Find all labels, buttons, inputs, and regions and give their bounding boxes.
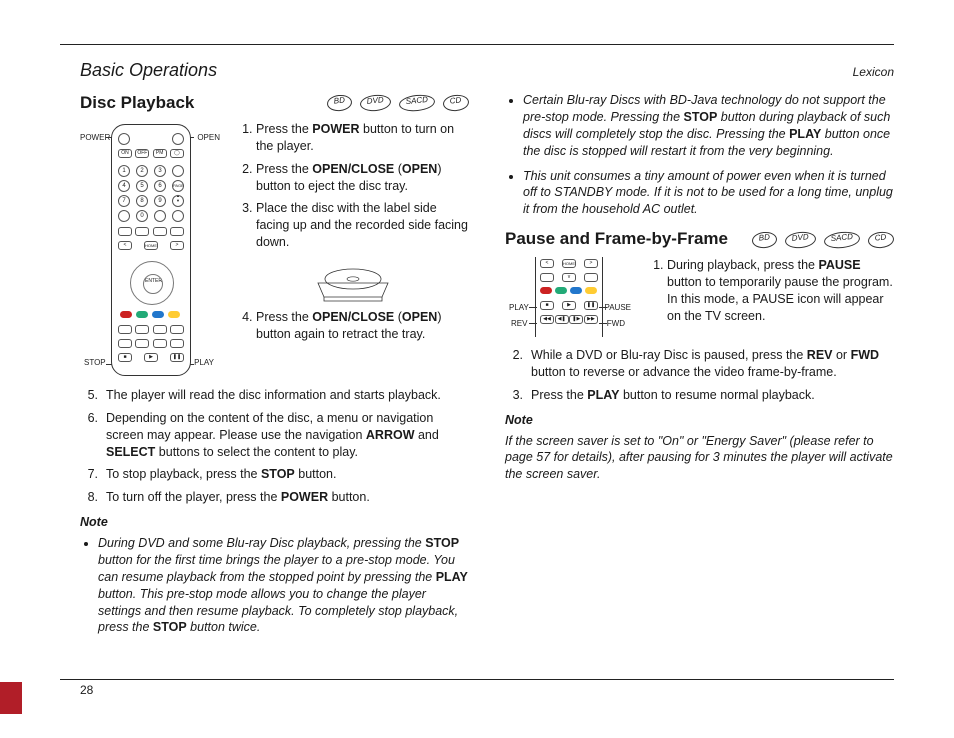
step-7: 7.To stop playback, press the STOP butto…	[80, 466, 469, 483]
page-number: 28	[80, 682, 93, 698]
heading-pause: Pause and Frame-by-Frame BD DVD SACD CD	[505, 228, 894, 251]
note-bullet-2: Certain Blu-ray Discs with BD-Java techn…	[523, 92, 894, 160]
step-6: 6.Depending on the content of the disc, …	[80, 410, 469, 461]
running-head: Basic Operations Lexicon	[80, 58, 894, 82]
footer-rule	[60, 679, 894, 680]
label-pause: PAUSE	[604, 303, 631, 314]
running-head-right: Lexicon	[853, 64, 894, 80]
step-5: 5.The player will read the disc informat…	[80, 387, 469, 404]
media-pill-group: BD DVD SACD CD	[327, 95, 469, 111]
note-body-pause: If the screen saver is set to "On" or "E…	[505, 433, 894, 484]
remote-body: ONOFFPM◯ 123 456PAGE▲ 789▼ 0 <HOME> ENTE…	[111, 124, 191, 376]
note-heading-1: Note	[80, 514, 469, 531]
note-bullet-1: During DVD and some Blu-ray Disc playbac…	[98, 535, 469, 636]
pill-sacd: SACD	[823, 230, 861, 250]
pause-step-1: During playback, press the PAUSE button …	[667, 257, 894, 325]
pill-bd: BD	[751, 230, 778, 249]
pill-cd: CD	[443, 94, 470, 113]
pause-step-2: 2.While a DVD or Blu-ray Disc is paused,…	[505, 347, 894, 381]
pill-sacd: SACD	[398, 94, 436, 114]
pill-cd: CD	[868, 230, 895, 249]
label-power: POWER	[80, 133, 110, 144]
label-play: PLAY	[194, 358, 214, 369]
note-heading-pause: Note	[505, 412, 894, 429]
remote-illustration: POWER OPEN STOP PLAY ONOFFPM◯ 123 456PAG…	[80, 121, 220, 377]
steps-1-4: Press the POWER button to turn on the pl…	[236, 121, 469, 351]
label-rev: REV	[511, 319, 527, 330]
label-play: PLAY	[509, 303, 529, 314]
manual-page: Basic Operations Lexicon Disc Playback B…	[0, 0, 954, 738]
mini-remote-illustration: PLAY REV PAUSE FWD <HOME> v ■▶❚❚ ◀◀◀❚❚▶▶…	[505, 257, 631, 337]
disc-tray-illustration	[308, 259, 398, 303]
pause-step-3: 3.Press the PLAY button to resume normal…	[505, 387, 894, 404]
note-bullets-2: Certain Blu-ray Discs with BD-Java techn…	[505, 92, 894, 218]
figure-remote-with-steps: POWER OPEN STOP PLAY ONOFFPM◯ 123 456PAG…	[80, 121, 469, 377]
heading-text: Disc Playback	[80, 92, 194, 115]
pill-dvd: DVD	[785, 230, 817, 249]
media-pill-group: BD DVD SACD CD	[752, 232, 894, 248]
step-8: 8.To turn off the player, press the POWE…	[80, 489, 469, 506]
pill-dvd: DVD	[360, 94, 392, 113]
running-head-left: Basic Operations	[80, 58, 217, 82]
thumb-tab	[0, 682, 22, 714]
note-bullets-1: During DVD and some Blu-ray Disc playbac…	[80, 535, 469, 636]
note-bullet-3: This unit consumes a tiny amount of powe…	[523, 168, 894, 219]
label-stop: STOP	[84, 358, 106, 369]
heading-disc-playback: Disc Playback BD DVD SACD CD	[80, 92, 469, 115]
pause-steps-2-3: 2.While a DVD or Blu-ray Disc is paused,…	[505, 347, 894, 404]
heading-text: Pause and Frame-by-Frame	[505, 228, 728, 251]
step-4: Press the OPEN/CLOSE (OPEN) button again…	[256, 309, 469, 343]
step-3: Place the disc with the label side facin…	[256, 200, 469, 251]
step-1: Press the POWER button to turn on the pl…	[256, 121, 469, 155]
label-fwd: FWD	[607, 319, 625, 330]
pill-bd: BD	[326, 94, 353, 113]
step-2: Press the OPEN/CLOSE (OPEN) button to ej…	[256, 161, 469, 195]
body-columns: Disc Playback BD DVD SACD CD POWER OPEN …	[80, 92, 894, 668]
figure-mini-remote-with-step: PLAY REV PAUSE FWD <HOME> v ■▶❚❚ ◀◀◀❚❚▶▶…	[505, 257, 894, 337]
header-rule	[60, 44, 894, 45]
steps-5-8: 5.The player will read the disc informat…	[80, 387, 469, 506]
label-open: OPEN	[197, 133, 220, 144]
